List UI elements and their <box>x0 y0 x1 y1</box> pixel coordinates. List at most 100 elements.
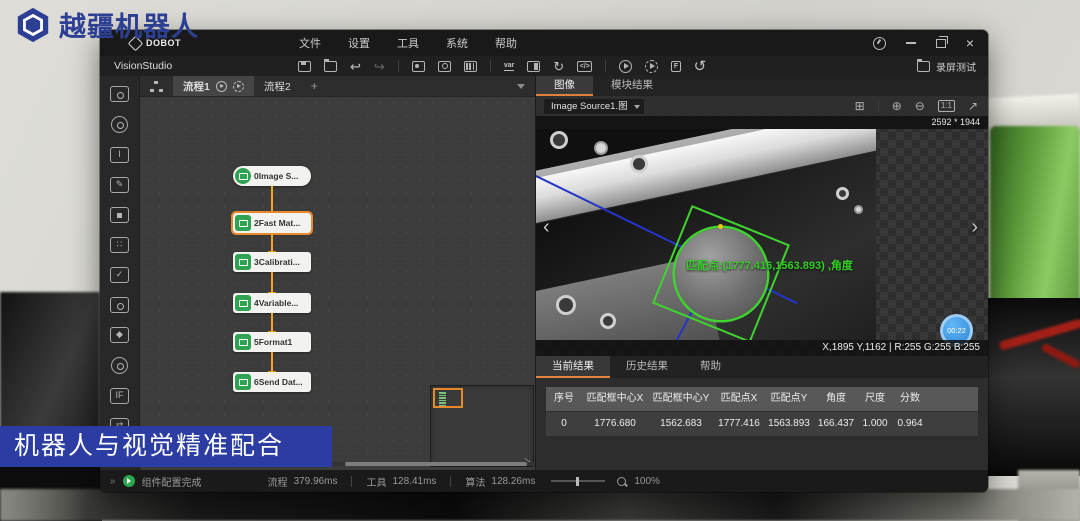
tab-module-result[interactable]: 模块结果 <box>593 76 671 96</box>
flow-hierarchy-icon[interactable] <box>150 81 163 92</box>
tab-help[interactable]: 帮助 <box>684 356 737 378</box>
zoom-out-icon[interactable]: ⊖ <box>915 99 925 113</box>
match-points-icon[interactable]: ∷ <box>110 237 129 253</box>
record-test-label: 录屏测试 <box>936 59 976 74</box>
table-row[interactable]: 0 1776.680 1562.683 1777.416 1563.893 16… <box>546 412 978 436</box>
one-to-one-icon[interactable]: 1:1 <box>938 100 955 112</box>
toolbar-separator <box>605 60 606 72</box>
prev-image-chevron-icon[interactable]: ‹ <box>543 216 550 239</box>
image-settings-icon[interactable] <box>110 297 129 313</box>
node-calibration[interactable]: 3Calibrati... <box>233 252 311 272</box>
tab-current-result[interactable]: 当前结果 <box>536 356 610 378</box>
checklist-icon[interactable]: ✓ <box>110 267 129 283</box>
menu-tools[interactable]: 工具 <box>397 35 419 51</box>
format-icon[interactable]: F <box>671 61 680 72</box>
minimap-viewport[interactable] <box>433 388 463 408</box>
camera-source-icon[interactable] <box>110 86 129 102</box>
background-desk-front <box>0 489 1080 521</box>
resolution-label: 2592 * 1944 <box>931 117 980 127</box>
run-once-icon[interactable] <box>619 60 632 73</box>
fullscreen-icon[interactable]: ↗ <box>968 99 978 113</box>
tab-history-result[interactable]: 历史结果 <box>610 356 684 378</box>
magnifier-icon <box>617 477 626 486</box>
flow-edge <box>271 313 273 332</box>
undo-icon[interactable]: ↩ <box>350 60 361 73</box>
record-test[interactable]: 录屏测试 <box>917 59 976 74</box>
col-header: 角度 <box>814 387 858 411</box>
add-flow-tab-button[interactable]: + <box>311 79 318 93</box>
status-ok-icon <box>123 475 135 487</box>
performance-icon[interactable] <box>873 37 886 50</box>
flow-run-icon[interactable] <box>216 81 227 92</box>
bolt <box>600 313 616 329</box>
node-variable[interactable]: 4Variable... <box>233 293 311 313</box>
modules-icon[interactable] <box>464 61 477 72</box>
open-icon[interactable] <box>324 61 337 72</box>
script-icon[interactable]: </> <box>577 61 592 72</box>
save-icon[interactable] <box>298 61 311 72</box>
fit-view-icon[interactable]: ⊞ <box>855 99 865 113</box>
fast-forward-icon[interactable]: » <box>110 476 115 487</box>
bolt <box>556 295 576 315</box>
node-fast-match[interactable]: 2Fast Mat... <box>233 213 311 233</box>
flow-time-label: 流程 <box>268 474 288 489</box>
variables-icon[interactable]: var <box>504 62 515 71</box>
text-roi-icon[interactable]: I <box>110 147 129 163</box>
camera-icon[interactable] <box>438 61 451 72</box>
image-panel: 图像 模块结果 Image Source1.图 ⊞ ⊕ ⊖ 1:1 ↗ <box>535 76 988 470</box>
tab-image[interactable]: 图像 <box>536 76 593 96</box>
next-image-chevron-icon[interactable]: › <box>971 216 978 239</box>
node-label: 4Variable... <box>254 298 298 308</box>
image-edit-icon[interactable]: ✎ <box>110 177 129 193</box>
minimize-button[interactable] <box>906 42 916 44</box>
redo-icon[interactable]: ↪ <box>374 60 385 73</box>
col-header: 分数 <box>892 387 928 411</box>
node-send-data-icon <box>235 374 251 390</box>
flow-minimap[interactable]: ↘ <box>430 385 534 467</box>
menu-settings[interactable]: 设置 <box>348 35 370 51</box>
status-message: 组件配置完成 <box>142 474 202 489</box>
image-toolbar: Image Source1.图 ⊞ ⊕ ⊖ 1:1 ↗ <box>536 96 988 116</box>
node-format[interactable]: 5Format1 <box>233 332 311 352</box>
bolt <box>854 205 863 214</box>
if-branch-icon[interactable]: IF <box>110 388 129 404</box>
restore-button[interactable] <box>936 39 946 48</box>
toolbar-separator <box>490 60 491 72</box>
menu-system[interactable]: 系统 <box>446 35 468 51</box>
node-image-source[interactable]: 0Image S... <box>233 166 311 186</box>
tool-time-value: 128.41ms <box>392 476 436 487</box>
menu-help[interactable]: 帮助 <box>495 35 517 51</box>
flow-run-loop-icon[interactable] <box>233 81 244 92</box>
view-tools-separator <box>878 100 879 112</box>
focus-region-icon[interactable] <box>110 207 129 223</box>
image-source-selector[interactable]: Image Source1.图 <box>544 99 644 114</box>
flow-tab-2[interactable]: 流程2 <box>254 76 301 96</box>
flip-view-icon[interactable] <box>527 61 540 72</box>
locate-target-icon[interactable] <box>111 116 128 133</box>
node-send-data[interactable]: 6Send Dat... <box>233 372 311 392</box>
timer-icon[interactable] <box>111 357 128 374</box>
view-tools: ⊞ ⊕ ⊖ 1:1 ↗ <box>855 99 978 113</box>
revert-icon[interactable]: ↺ <box>694 60 707 73</box>
cell: 0.964 <box>892 412 928 436</box>
flow-tab-2-label: 流程2 <box>264 79 291 94</box>
zoom-level: 100% <box>634 476 660 487</box>
flow-tab-1[interactable]: 流程1 <box>173 76 254 96</box>
canvas-zoom-slider[interactable] <box>551 480 605 482</box>
node-variable-icon <box>235 295 251 311</box>
match-anchor-dot <box>718 224 723 229</box>
run-loop-icon[interactable] <box>645 60 658 73</box>
cell: 1776.680 <box>582 412 648 436</box>
flow-canvas[interactable]: 0Image S... 2Fast Mat... 3Calibrati... <box>140 96 535 466</box>
main-content: I ✎ ∷ ✓ ◆ IF ⇄ 流程1 <box>100 76 988 470</box>
zoom-in-icon[interactable]: ⊕ <box>892 99 902 113</box>
resolution-strip: 2592 * 1944 <box>536 116 988 129</box>
menu-file[interactable]: 文件 <box>299 35 321 51</box>
fill-color-icon[interactable]: ◆ <box>110 327 129 343</box>
screenshot-stage: 越疆机器人 DOBOT 文件 设置 工具 系统 帮助 × <box>0 0 1080 521</box>
refresh-icon[interactable]: ↻ <box>553 60 564 73</box>
image-source-icon[interactable] <box>412 61 425 72</box>
flow-tabs-chevron-down-icon[interactable] <box>517 84 525 89</box>
close-button[interactable]: × <box>966 38 974 48</box>
image-viewport[interactable]: 2592 * 1944 <box>536 116 988 356</box>
